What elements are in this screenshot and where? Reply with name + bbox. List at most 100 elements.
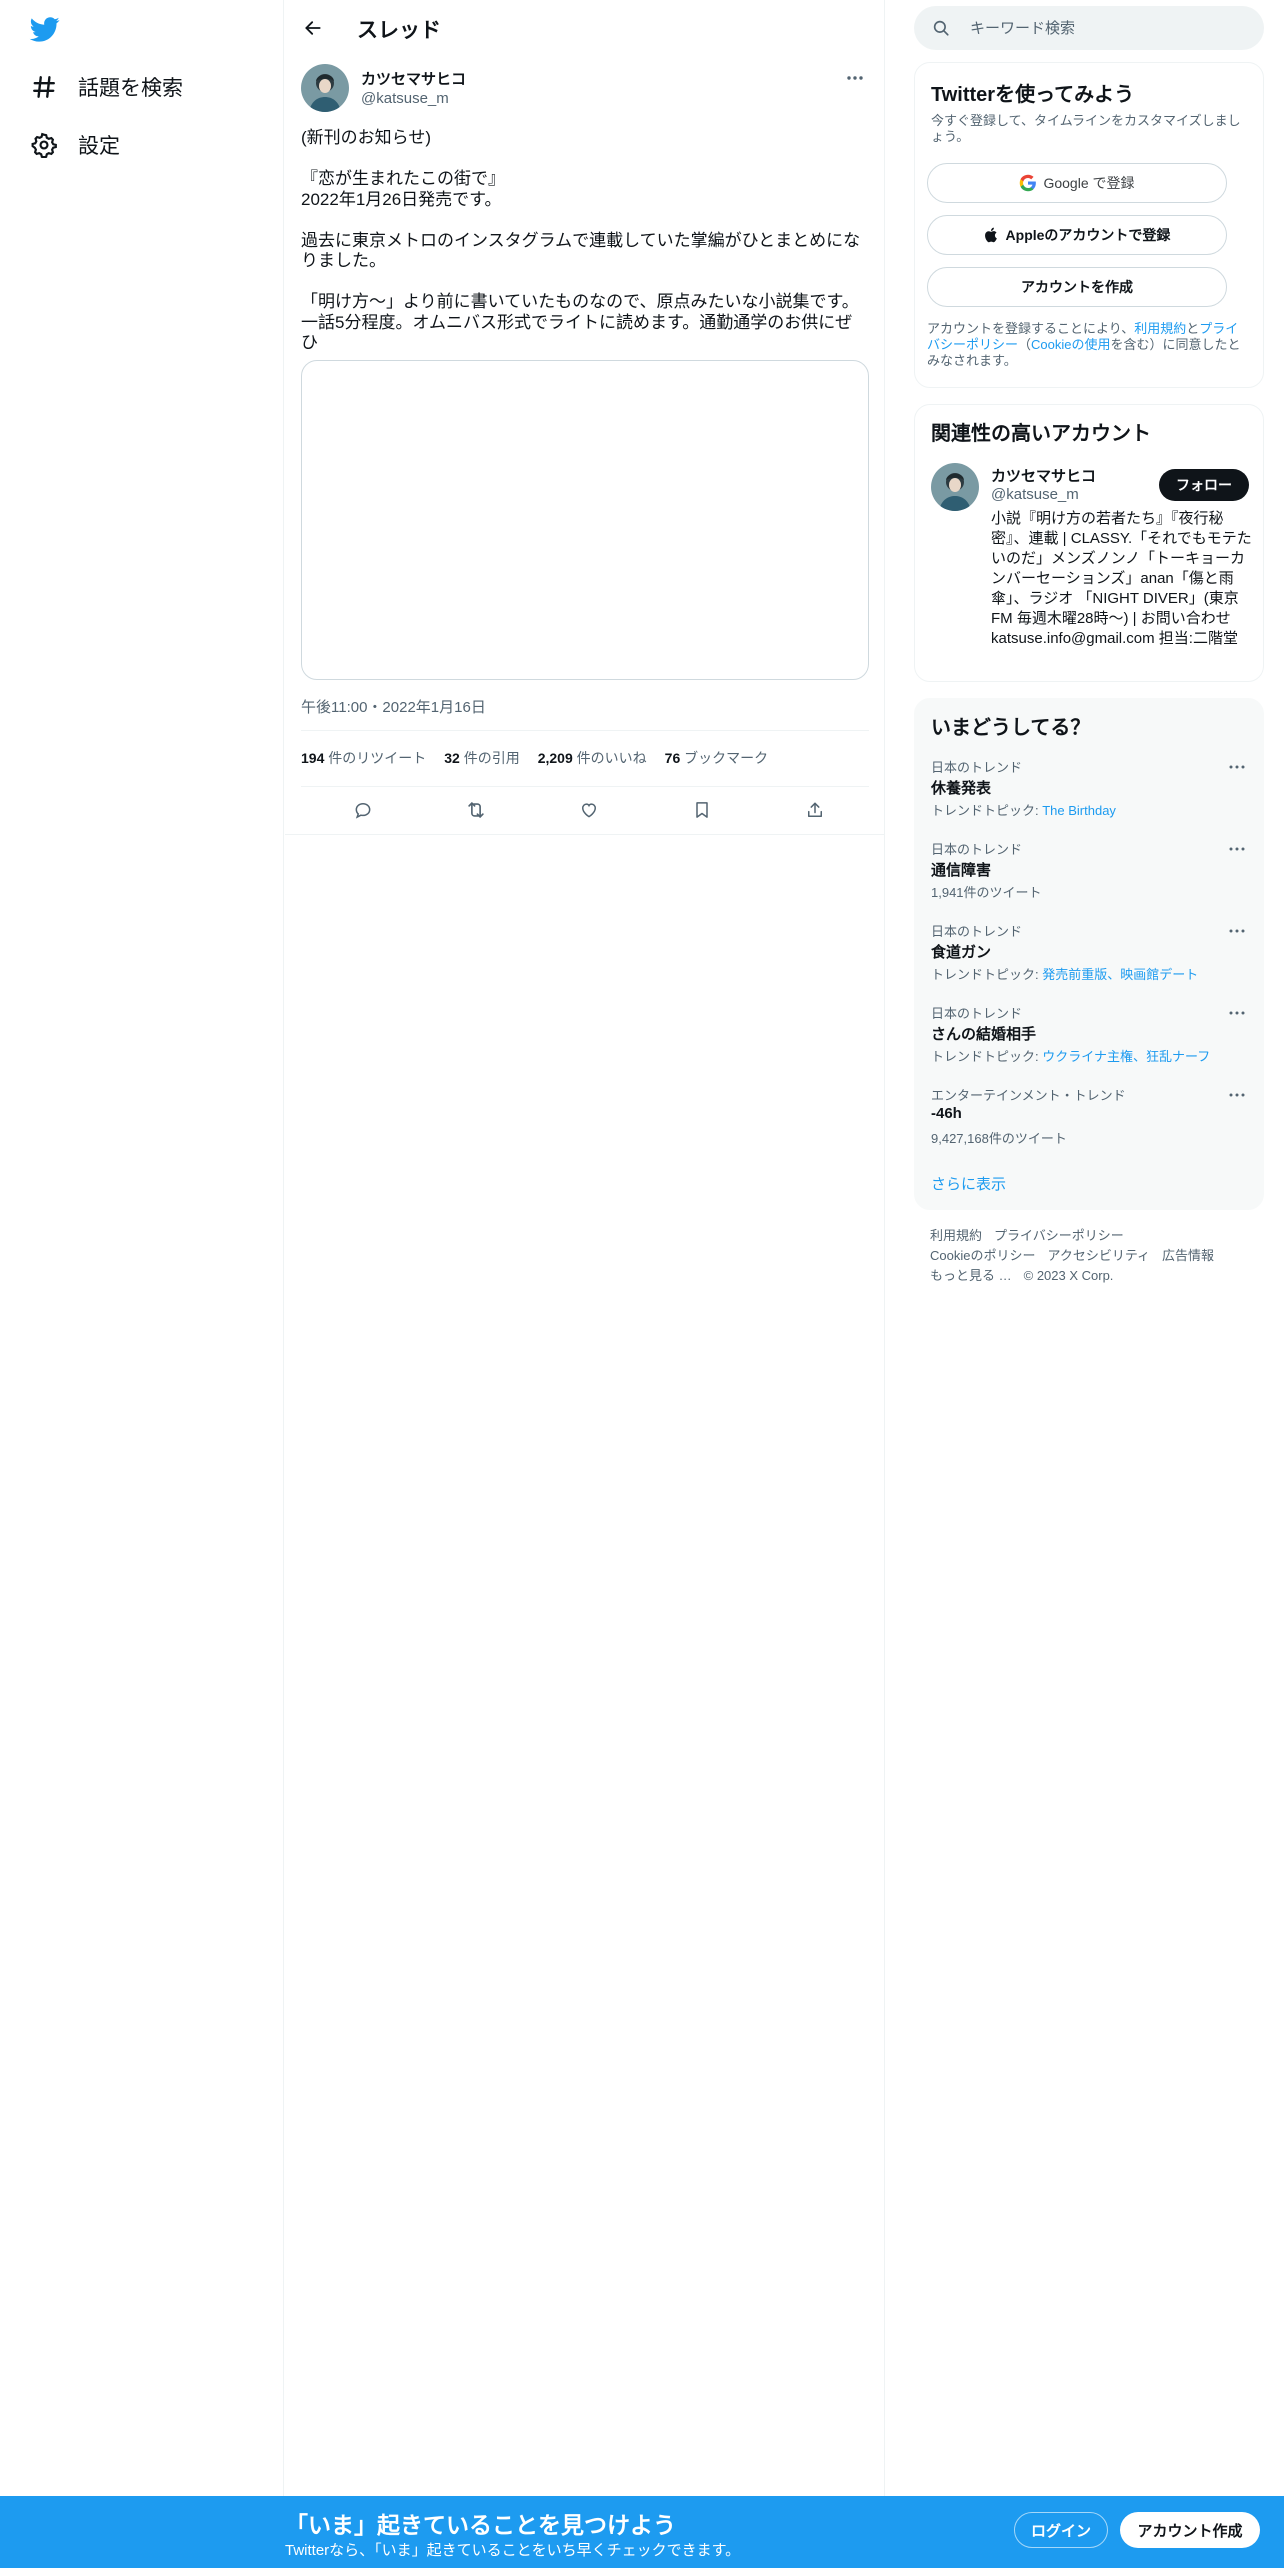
thread-header: スレッド [285, 0, 885, 54]
related-accounts-card: 関連性の高いアカウント カツセマサヒコ @katsuse_m フォロー 小説『明… [914, 404, 1264, 682]
tweet-media[interactable] [301, 360, 869, 680]
back-button[interactable] [293, 8, 333, 48]
cookie-link[interactable]: Cookieの使用 [1031, 337, 1110, 352]
bookmark-icon [696, 802, 708, 818]
page-title: スレッド [357, 19, 441, 42]
tweet-line: 「明け方〜」より前に書いていたものなので、原点みたいな小説集です。一話5分程度。… [301, 292, 859, 352]
trend-more-button[interactable] [1225, 923, 1249, 939]
divider [301, 786, 869, 787]
heart-icon [581, 803, 597, 818]
terms-link[interactable]: 利用規約 [1134, 321, 1186, 336]
ellipsis-icon [1229, 1011, 1245, 1015]
tweet-stats: 194 件のリツイート 32 件の引用 2,209 件のいいね 76 ブックマー… [301, 746, 786, 770]
signup-banner: 「いま」起きていることを見つけよう Twitterなら、「いま」起きていることを… [0, 2496, 1284, 2568]
tweet-timestamp[interactable]: 午後11:00・2022年1月16日 [301, 696, 486, 717]
bookmark-count[interactable]: 76 ブックマーク [665, 748, 768, 768]
footer-link-terms[interactable]: 利用規約 [930, 1228, 982, 1243]
author-handle[interactable]: @katsuse_m [361, 90, 449, 107]
signup-card: Twitterを使ってみよう 今すぐ登録して、タイムラインをカスタマイズしましょ… [914, 62, 1264, 388]
trend-more-button[interactable] [1225, 841, 1249, 857]
trend-meta: トレンドトピック: The Birthday [931, 803, 1116, 818]
show-more-link[interactable]: さらに表示 [931, 1173, 1006, 1194]
footer-link-accessibility[interactable]: アクセシビリティ [1047, 1248, 1150, 1263]
search-icon [933, 20, 949, 36]
tweet-text: (新刊のお知らせ) 『恋が生まれたこの街で』 2022年1月26日発売です。 過… [301, 128, 869, 354]
share-button[interactable] [795, 790, 835, 830]
create-account-button[interactable]: アカウントを作成 [927, 267, 1227, 307]
trend-item[interactable]: 日本のトレンド 通信障害 1,941件のツイート [931, 839, 1249, 915]
google-icon [1020, 174, 1037, 192]
trend-name: 食道ガン [931, 944, 992, 961]
tweet-author: カツセマサヒコ @katsuse_m [301, 62, 869, 114]
author-name[interactable]: カツセマサヒコ [361, 68, 466, 89]
banner-subtitle: Twitterなら、「いま」起きていることをいち早くチェックできます。 [285, 2542, 741, 2559]
signup-terms: アカウントを登録することにより、利用規約とプライバシーポリシー（Cookieの使… [927, 321, 1241, 368]
google-signup-label: Google で登録 [1043, 175, 1135, 191]
signup-subtitle: 今すぐ登録して、タイムラインをカスタマイズしましょう。 [931, 113, 1241, 144]
login-button[interactable]: ログイン [1014, 2512, 1108, 2548]
signup-title: Twitterを使ってみよう [931, 84, 1135, 106]
related-bio: 小説『明け方の若者たち』『夜行秘密』、連載 | CLASSY.「それでもモテたい… [991, 510, 1252, 647]
trend-meta: 1,941件のツイート [931, 885, 1042, 900]
trends-title: いまどうしてる？ [931, 717, 1091, 739]
related-handle[interactable]: @katsuse_m [991, 486, 1079, 503]
divider [285, 834, 885, 835]
apple-icon [984, 227, 997, 243]
reply-icon [355, 802, 371, 819]
like-button[interactable] [569, 790, 609, 830]
footer-link-privacy[interactable]: プライバシーポリシー [994, 1228, 1124, 1243]
sidebar-item-label: 話題を検索 [78, 77, 183, 100]
related-name[interactable]: カツセマサヒコ [991, 465, 1096, 486]
divider [301, 730, 869, 731]
retweet-icon [468, 802, 484, 818]
trend-name: -46h [931, 1105, 962, 1122]
trend-item[interactable]: エンターテインメント・トレンド -46h 9,427,168件のツイート [931, 1085, 1249, 1161]
footer-link-more[interactable]: もっと見る … [930, 1268, 1012, 1283]
retweet-count[interactable]: 194 件のリツイート [301, 748, 426, 768]
like-count[interactable]: 2,209 件のいいね [538, 748, 647, 768]
trend-meta: トレンドトピック: 発売前重版、映画館デート [931, 967, 1199, 982]
footer-links: 利用規約 プライバシーポリシー Cookieのポリシー アクセシビリティ 広告情報 も… [930, 1226, 1250, 1286]
trend-context: 日本のトレンド [931, 924, 1023, 939]
ellipsis-icon [1229, 929, 1245, 933]
trend-name: 通信障害 [931, 862, 992, 879]
banner-create-account-button[interactable]: アカウント作成 [1120, 2512, 1260, 2548]
more-options-button[interactable] [841, 66, 869, 90]
sidebar-item-settings[interactable]: 設定 [24, 117, 120, 173]
share-icon [808, 802, 822, 817]
quote-count[interactable]: 32 件の引用 [444, 748, 519, 768]
trend-item[interactable]: 日本のトレンド さんの結婚相手 トレンドトピック: ウクライナ主権、狂乱ナーフ [931, 1003, 1249, 1079]
trend-item[interactable]: 日本のトレンド 食道ガン トレンドトピック: 発売前重版、映画館デート [931, 921, 1249, 997]
google-signup-button[interactable]: Google で登録 [927, 163, 1227, 203]
left-sidebar: 話題を検索 設定 [0, 0, 284, 2568]
twitter-bird-icon[interactable] [28, 14, 62, 44]
retweet-button[interactable] [456, 790, 496, 830]
bookmark-button[interactable] [682, 790, 722, 830]
tweet-line: (新刊のお知らせ) [301, 128, 431, 147]
trend-name: さんの結婚相手 [931, 1026, 1037, 1043]
trend-meta: 9,427,168件のツイート [931, 1131, 1067, 1146]
trend-name: 休養発表 [931, 780, 992, 797]
footer-link-cookie[interactable]: Cookieのポリシー [930, 1248, 1035, 1263]
trend-context: エンターテインメント・トレンド [931, 1088, 1126, 1103]
tweet-line: 2022年1月26日発売です。 [301, 189, 502, 209]
avatar[interactable] [301, 64, 349, 112]
reply-button[interactable] [343, 790, 383, 830]
trend-more-button[interactable] [1225, 1087, 1249, 1103]
search-bar[interactable] [914, 6, 1264, 50]
create-account-label: アカウントを作成 [1021, 279, 1133, 295]
footer-link-ads[interactable]: 広告情報 [1162, 1248, 1214, 1263]
follow-button[interactable]: フォロー [1159, 469, 1249, 501]
trend-meta: トレンドトピック: ウクライナ主権、狂乱ナーフ [931, 1049, 1211, 1064]
search-input[interactable] [970, 16, 1250, 40]
trend-item[interactable]: 日本のトレンド 休養発表 トレンドトピック: The Birthday [931, 757, 1249, 833]
avatar[interactable] [931, 463, 979, 511]
trend-more-button[interactable] [1225, 1005, 1249, 1021]
sidebar-item-explore[interactable]: 話題を検索 [24, 59, 183, 115]
main-column: スレッド カツセマサヒコ @katsuse_m (新刊のお知らせ) 『恋が生まれ… [285, 0, 885, 2568]
banner-title: 「いま」起きていることを見つけよう [285, 2512, 676, 2538]
apple-signup-button[interactable]: Appleのアカウントで登録 [927, 215, 1227, 255]
trend-context: 日本のトレンド [931, 842, 1023, 857]
copyright: © 2023 X Corp. [1023, 1268, 1114, 1283]
trend-more-button[interactable] [1225, 759, 1249, 775]
